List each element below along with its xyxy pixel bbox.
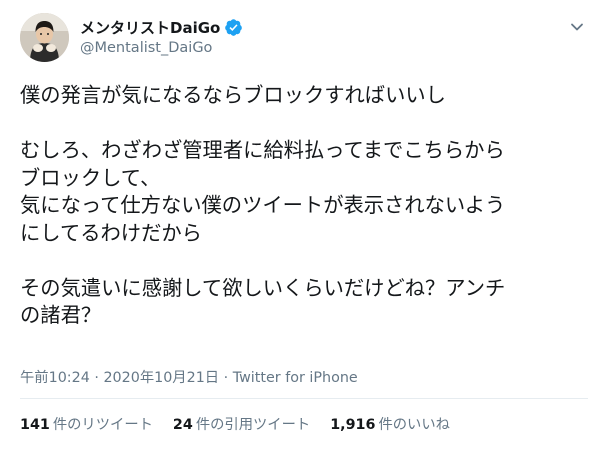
quotes-stat[interactable]: 24 件の引用ツイート	[173, 413, 310, 434]
likes-label: 件のいいね	[378, 417, 450, 433]
likes-stat[interactable]: 1,916 件のいいね	[330, 413, 450, 434]
avatar[interactable]	[20, 13, 69, 62]
display-name[interactable]: メンタリストDaiGo	[80, 17, 220, 38]
tweet-time[interactable]: 午前10:24	[20, 370, 90, 386]
retweets-count: 141	[20, 417, 50, 433]
quotes-count: 24	[172, 417, 193, 433]
tweet-date[interactable]: 2020年10月21日	[103, 370, 219, 386]
meta-separator: ·	[219, 370, 233, 386]
tweet-line: その気遣いに感謝して欲しいくらいだけどね？アンチ	[20, 275, 506, 300]
tweet-line: 僕の発言が気になるならブロックすればいいし	[20, 83, 446, 107]
tweet-metadata: 午前10:24 · 2020年10月21日 · Twitter for iPho…	[20, 366, 358, 387]
tweet-stats: 141 件のリツイート 24 件の引用ツイート 1,916 件のいいね	[20, 413, 470, 434]
tweet-line: の諸君？	[20, 303, 102, 327]
tweet-line-break	[20, 110, 590, 138]
retweets-label: 件のリツイート	[52, 417, 153, 433]
likes-count: 1,916	[330, 417, 376, 433]
avatar-image	[20, 13, 69, 62]
tweet-line-break	[20, 247, 590, 275]
tweet-line: むしろ、わざわざ管理者に給料払ってまでこちらから	[20, 138, 505, 162]
tweet-line: ブロックして、	[20, 165, 161, 190]
quotes-label: 件の引用ツイート	[195, 417, 311, 433]
meta-separator: ·	[89, 370, 104, 386]
tweet-line: 気になって仕方ない僕のツイートが表示されないよう	[20, 193, 506, 217]
tweet-line: にしてるわけだから	[20, 220, 202, 245]
retweets-stat[interactable]: 141 件のリツイート	[20, 413, 153, 434]
tweet-text: 僕の発言が気になるならブロックすればいいし むしろ、わざわざ管理者に給料払ってま…	[20, 82, 590, 330]
chevron-down-icon[interactable]	[567, 17, 587, 37]
tweet-source[interactable]: Twitter for iPhone	[233, 370, 358, 386]
verified-badge-icon	[224, 18, 243, 37]
user-handle[interactable]: @Mentalist_DaiGo	[80, 40, 212, 56]
tweet-card: メンタリストDaiGo @Mentalist_DaiGo 僕の発言が気になるなら…	[0, 0, 608, 455]
name-row[interactable]: メンタリストDaiGo	[80, 16, 243, 38]
divider	[20, 398, 588, 399]
